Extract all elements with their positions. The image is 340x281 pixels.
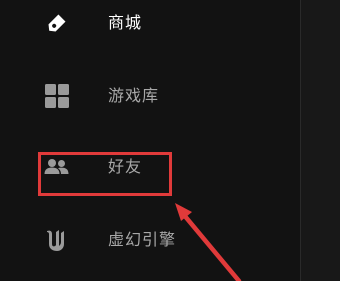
sidebar: 商城 游戏库 好友 虚幻引擎 [0, 0, 300, 281]
sidebar-item-library[interactable]: 游戏库 [0, 69, 300, 125]
sidebar-item-label: 好友 [108, 157, 143, 176]
tag-icon [48, 14, 66, 32]
friends-icon [44, 159, 69, 174]
sidebar-item-label: 游戏库 [108, 86, 160, 105]
sidebar-item-unreal-engine[interactable]: 虚幻引擎 [0, 212, 300, 268]
content-pane-edge [301, 0, 340, 281]
grid-icon [45, 84, 69, 108]
sidebar-item-label: 虚幻引擎 [108, 230, 177, 249]
launcher-window: 商城 游戏库 好友 虚幻引擎 [0, 0, 340, 281]
unreal-engine-icon [47, 230, 64, 251]
sidebar-item-label: 商城 [108, 13, 143, 32]
sidebar-item-store[interactable]: 商城 [0, 0, 300, 56]
sidebar-item-friends[interactable]: 好友 [0, 140, 300, 196]
